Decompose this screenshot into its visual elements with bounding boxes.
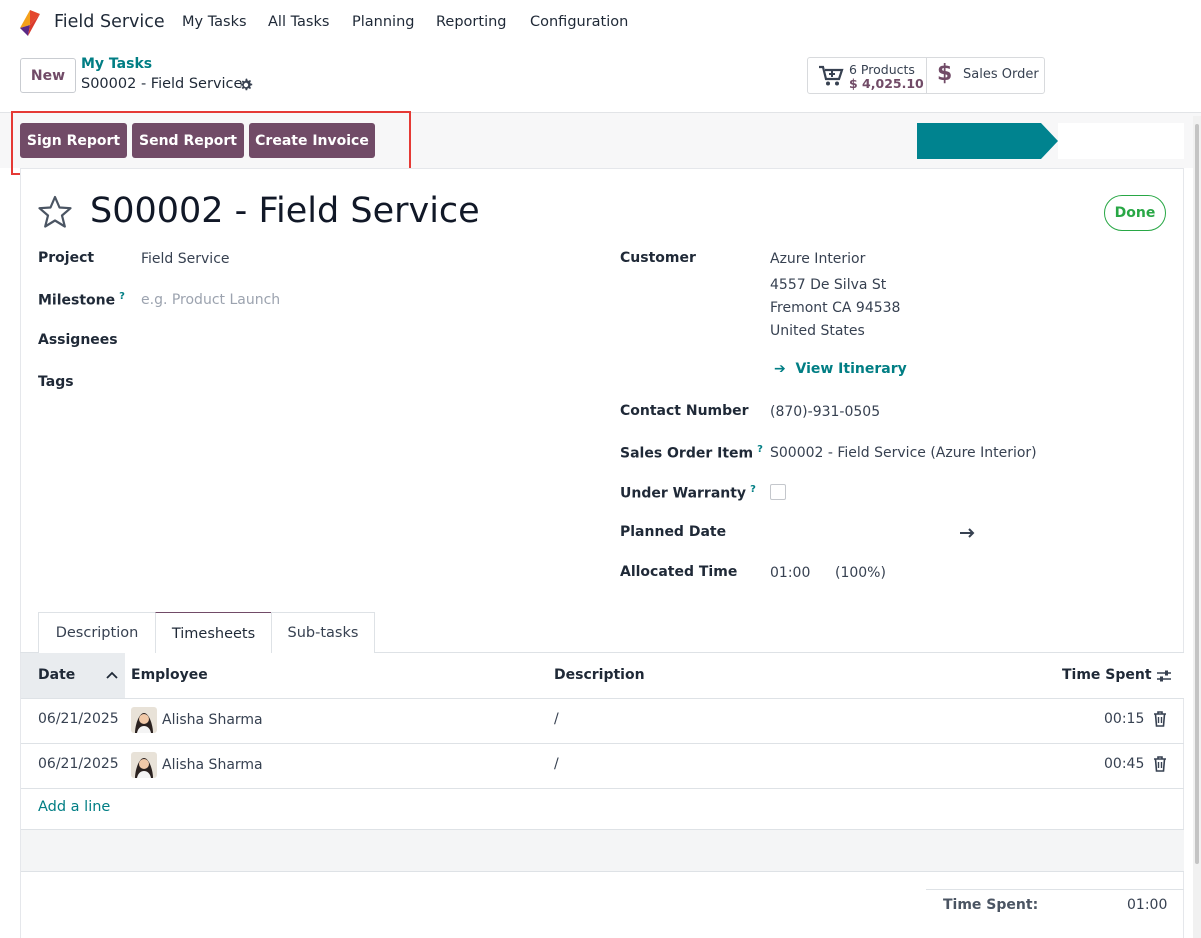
contact-number-field[interactable]: (870)-931-0505 [770, 404, 880, 420]
nav-reporting[interactable]: Reporting [436, 14, 507, 30]
task-title[interactable]: S00002 - Field Service [90, 191, 480, 231]
status-badge[interactable]: Done [1104, 195, 1166, 231]
row-divider [21, 743, 1184, 744]
nav-planning[interactable]: Planning [352, 14, 414, 30]
field-service-logo-icon[interactable] [18, 8, 42, 38]
allocated-time-field[interactable]: 01:00 [770, 565, 810, 581]
gear-icon[interactable] [238, 77, 254, 93]
sales-order-item-field[interactable]: S00002 - Field Service (Azure Interior) [770, 445, 1037, 461]
cart-plus-icon[interactable] [818, 65, 844, 87]
dollar-icon[interactable]: $ [937, 61, 952, 86]
new-button[interactable]: New [20, 58, 76, 93]
stage-next[interactable] [1058, 123, 1184, 159]
row-description[interactable]: / [554, 756, 559, 772]
under-warranty-label: Under Warranty? [620, 484, 756, 502]
column-header-date[interactable]: Date [38, 667, 75, 683]
smart-buttons-divider [926, 57, 927, 94]
nav-my-tasks[interactable]: My Tasks [182, 14, 247, 30]
nav-configuration[interactable]: Configuration [530, 14, 628, 30]
total-divider [926, 889, 1184, 890]
customer-label: Customer [620, 250, 696, 266]
milestone-label: Milestone? [38, 291, 125, 309]
row-time-spent[interactable]: 00:45 [1104, 756, 1144, 772]
sales-order-item-label: Sales Order Item? [620, 444, 763, 462]
sort-up-icon[interactable] [106, 671, 118, 679]
allocated-time-percent: (100%) [835, 565, 886, 581]
row-time-spent[interactable]: 00:15 [1104, 711, 1144, 727]
assignees-label: Assignees [38, 332, 118, 348]
column-header-time-spent[interactable]: Time Spent [1062, 667, 1152, 683]
avatar [131, 752, 157, 778]
allocated-time-label: Allocated Time [620, 564, 738, 580]
row-date[interactable]: 06/21/2025 [38, 756, 119, 772]
star-icon[interactable] [38, 195, 72, 229]
view-itinerary-link[interactable]: ➔ View Itinerary [774, 361, 907, 377]
tab-description[interactable]: Description [38, 612, 156, 653]
trash-icon[interactable] [1153, 711, 1167, 727]
form-sheet [20, 168, 1184, 938]
highlight-annotation [11, 111, 411, 175]
customer-name[interactable]: Azure Interior [770, 251, 865, 267]
milestone-field[interactable]: e.g. Product Launch [141, 292, 280, 308]
project-field[interactable]: Field Service [141, 251, 230, 267]
column-header-employee[interactable]: Employee [131, 667, 208, 683]
app-name[interactable]: Field Service [54, 12, 165, 32]
breadcrumb-current: S00002 - Field Service [81, 76, 243, 92]
sales-order-button[interactable]: Sales Order [963, 67, 1039, 82]
avatar [131, 707, 157, 733]
customer-address-line2: Fremont CA 94538 [770, 300, 901, 316]
help-icon[interactable]: ? [119, 291, 125, 302]
row-divider [21, 698, 1184, 699]
row-employee[interactable]: Alisha Sharma [162, 712, 263, 728]
row-date[interactable]: 06/21/2025 [38, 711, 119, 727]
nav-all-tasks[interactable]: All Tasks [268, 14, 329, 30]
under-warranty-checkbox[interactable] [770, 484, 786, 500]
scrollbar-thumb[interactable] [1195, 124, 1199, 864]
add-a-line-link[interactable]: Add a line [38, 799, 110, 815]
stage-done-arrow[interactable] [917, 123, 1058, 159]
optional-columns-icon[interactable] [1156, 668, 1172, 684]
total-time-spent-value: 01:00 [1127, 897, 1168, 913]
project-label: Project [38, 250, 95, 266]
row-employee[interactable]: Alisha Sharma [162, 757, 263, 773]
table-footer-strip [21, 830, 1184, 871]
row-divider [21, 871, 1184, 872]
planned-date-label: Planned Date [620, 524, 727, 540]
long-arrow-right-icon [960, 528, 975, 538]
arrow-right-icon: ➔ [774, 361, 786, 377]
total-time-spent-label: Time Spent: [943, 897, 1039, 913]
column-header-description[interactable]: Description [554, 667, 645, 683]
tags-label: Tags [38, 374, 74, 390]
row-divider [21, 788, 1184, 789]
breadcrumb-parent[interactable]: My Tasks [81, 56, 152, 72]
row-description[interactable]: / [554, 711, 559, 727]
contact-number-label: Contact Number [620, 403, 749, 419]
products-amount[interactable]: $ 4,025.10 [849, 76, 924, 91]
help-icon[interactable]: ? [757, 444, 763, 455]
tab-timesheets[interactable]: Timesheets [155, 612, 272, 654]
top-navbar: Field Service My Tasks All Tasks Plannin… [0, 0, 1201, 46]
help-icon[interactable]: ? [750, 484, 756, 495]
tab-sub-tasks[interactable]: Sub-tasks [271, 612, 375, 653]
customer-address-line1: 4557 De Silva St [770, 277, 887, 293]
customer-address-line3: United States [770, 323, 865, 339]
trash-icon[interactable] [1153, 756, 1167, 772]
products-count[interactable]: 6 Products [849, 62, 915, 77]
